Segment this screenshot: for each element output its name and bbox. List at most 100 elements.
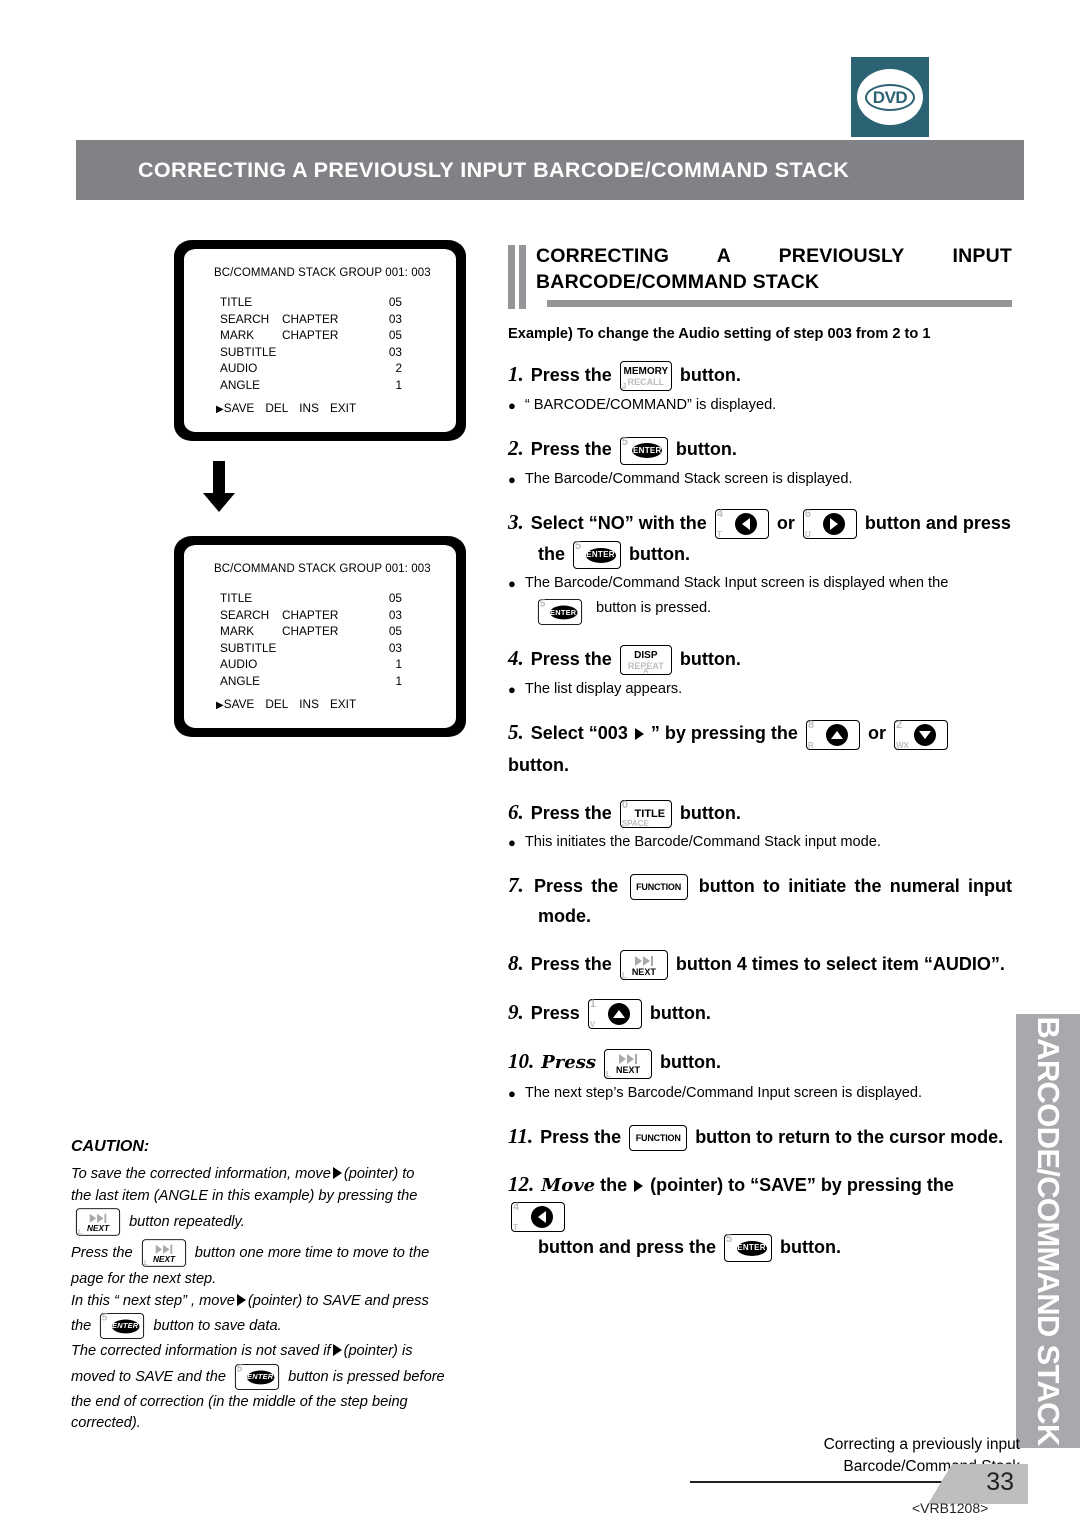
- left-button-corner-bottom: T: [513, 1222, 518, 1232]
- recall-label: RECALL: [627, 376, 665, 387]
- disp-repeat-corner: A: [643, 666, 649, 676]
- step-11: 11. Press the FUNCTION button to return …: [508, 1121, 1012, 1152]
- osd-menu-bar: ▶SAVE DEL INS EXIT: [216, 401, 356, 415]
- step-2-bullet: ● The Barcode/Command Stack screen is dis…: [508, 469, 1012, 490]
- fast-forward-arrows-icon: [619, 1054, 638, 1064]
- next-button-label: NEXT: [152, 1254, 175, 1264]
- bullet-text: button is pressed.: [596, 600, 712, 616]
- step-6-bullet: ● This initiates the Barcode/Command Stac…: [508, 832, 1012, 853]
- osd-row-value: 05: [388, 328, 402, 342]
- step-8-line: 8. Press the L NEXT button 4 times to se…: [508, 948, 1012, 980]
- step-5-number: 5.: [508, 720, 524, 745]
- up-button-corner-top: 8: [807, 718, 815, 731]
- tv-screen-after: BC/COMMAND STACK GROUP 001: 003 TITLE 05 …: [174, 536, 466, 737]
- osd-row: ANGLE 1: [220, 377, 435, 394]
- step-7-number: 7.: [508, 872, 524, 897]
- osd-row: AUDIO 2: [220, 360, 435, 377]
- right-arrow-button-icon: 6 U: [802, 508, 857, 539]
- tv-screen-inner: BC/COMMAND STACK GROUP 001: 003 TITLE 05 …: [184, 545, 456, 728]
- step-4-line: 4. Press the A DISP REPEAT button.: [508, 643, 1012, 676]
- down-button-corner-top: 2: [895, 718, 903, 731]
- step-4-text: Press the: [530, 649, 612, 669]
- osd-row-label2: CHAPTER: [282, 624, 339, 638]
- osd-row: SUBTITLE 03: [220, 344, 435, 361]
- step-10-script-word: Press: [541, 1052, 597, 1074]
- enter-button-corner: 5: [102, 1312, 108, 1324]
- step-12-line2-after: button.: [780, 1236, 842, 1257]
- step-9-line: 9. Press 1 V button.: [508, 997, 1012, 1030]
- next-button-label: NEXT: [86, 1223, 110, 1233]
- enter-button-icon: 5 ENTER: [234, 1363, 280, 1390]
- osd-row-value: 05: [388, 624, 402, 638]
- step-8: 8. Press the L NEXT button 4 times to se…: [508, 948, 1012, 980]
- step-9: 9. Press 1 V button.: [508, 997, 1012, 1030]
- step-12-line2-text: button and press the: [538, 1236, 717, 1257]
- next-button-corner: L: [143, 1258, 148, 1267]
- osd-menu-del: DEL: [265, 401, 289, 415]
- osd-row-label: SEARCH: [220, 607, 270, 622]
- step-5-line: 5. Select “003 ” by pressing the 8 R or …: [508, 717, 1012, 779]
- step-11-number: 11.: [508, 1123, 534, 1148]
- bullet-dot-icon: ●: [508, 471, 516, 487]
- step-10-number: 10.: [508, 1049, 535, 1074]
- step-1-text: Press the: [530, 365, 612, 385]
- osd-row-value: 03: [388, 311, 402, 326]
- next-button-icon: L NEXT: [141, 1239, 186, 1267]
- caution-text: the: [71, 1317, 92, 1334]
- osd-row-label2: CHAPTER: [282, 311, 339, 326]
- step-12-script-word: Move: [541, 1174, 596, 1196]
- step-6-text-after: button.: [679, 802, 741, 823]
- fast-forward-arrows-icon: [155, 1244, 172, 1254]
- caution-text: button one more time to move to the: [194, 1244, 430, 1261]
- bullet-text: The next step’s Barcode/Command Input sc…: [524, 1084, 923, 1101]
- enter-button-corner: 5: [726, 1233, 733, 1245]
- osd-row-label2: CHAPTER: [282, 328, 339, 342]
- osd-row: ANGLE 1: [220, 673, 435, 690]
- page-box-slant: [928, 1464, 952, 1504]
- disp-label: DISP: [634, 649, 658, 661]
- down-arrow-circle: [913, 723, 936, 746]
- osd-row-label: AUDIO: [220, 361, 258, 375]
- bullet-text: The list display appears.: [524, 681, 683, 698]
- caution-text: Press the: [71, 1244, 133, 1261]
- one-button-corner-bottom: V: [589, 1020, 596, 1030]
- osd-row-label: SUBTITLE: [220, 640, 277, 655]
- function-button-icon: FUNCTION: [629, 1124, 688, 1151]
- section-title-line2: BARCODE/COMMAND STACK: [536, 271, 820, 293]
- pointer-triangle-icon: [332, 1344, 342, 1356]
- step-3-line2-text: the: [538, 543, 565, 564]
- osd-menu-save: SAVE: [223, 697, 255, 711]
- down-arrow-button-icon: 2 WX: [893, 718, 948, 750]
- step-2-number: 2.: [508, 436, 524, 461]
- step-5: 5. Select “003 ” by pressing the 8 R or …: [508, 717, 1012, 779]
- next-button-corner: L: [606, 1069, 611, 1079]
- osd-row: SEARCH CHAPTER 03: [220, 311, 435, 328]
- step-12-line2: button and press the 5 ENTER button.: [508, 1232, 1012, 1262]
- enter-button-label: ENTER: [549, 605, 578, 619]
- pointer-triangle-icon: [332, 1167, 342, 1179]
- step-2-text: Press the: [530, 439, 612, 460]
- step-10-line: 10. Press L NEXT button.: [508, 1046, 1012, 1079]
- fast-forward-arrows-icon: [634, 955, 653, 966]
- step-3-line2-after: button.: [629, 543, 691, 564]
- osd-row-label2: [282, 656, 360, 673]
- step-1: 1. Press the J MEMORY RECALL button. ● “ …: [508, 359, 1012, 416]
- up-arrow-button-icon: 8 R: [805, 718, 860, 750]
- osd-row-value: 03: [388, 640, 402, 655]
- next-button-icon: L NEXT: [619, 950, 668, 980]
- step-8-text: Press the: [530, 953, 612, 974]
- osd-row-value: 1: [395, 377, 402, 392]
- step-7-line2: mode.: [538, 905, 592, 926]
- left-arrow-circle: [734, 512, 757, 535]
- caution-paragraph-2: the last item (ANGLE in this example) by…: [71, 1187, 418, 1204]
- osd-row-label: TITLE: [220, 591, 253, 605]
- osd-row-label: SUBTITLE: [220, 344, 277, 359]
- osd-rows: TITLE 05 SEARCH CHAPTER 03 MARK CHAPTER 05 SU…: [220, 294, 435, 393]
- step-5-text: Select “003: [530, 723, 628, 744]
- osd-row-label: TITLE: [220, 295, 253, 309]
- caution-paragraph-6: In this “ next step” , move (pointer) to …: [71, 1291, 491, 1312]
- dvd-logo-ellipse: DVD: [857, 69, 923, 125]
- caution-text: button repeatedly.: [129, 1213, 245, 1230]
- step-9-text: Press: [530, 1003, 580, 1023]
- osd-menu-save: SAVE: [223, 401, 255, 415]
